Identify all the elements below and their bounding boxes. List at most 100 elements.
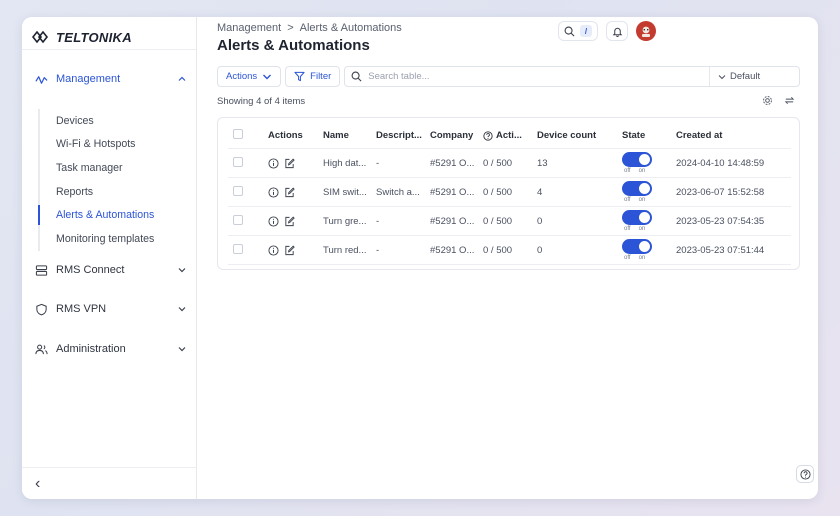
sidebar-item-reports[interactable]: Reports	[40, 180, 197, 204]
help-circle-icon	[799, 468, 811, 480]
avatar[interactable]	[636, 21, 656, 41]
info-icon[interactable]	[268, 244, 279, 256]
row-select-cell	[228, 156, 268, 170]
info-icon[interactable]	[268, 186, 279, 198]
help-circle-icon	[483, 130, 493, 141]
cell-company: #5291 O...	[430, 186, 475, 198]
toggle-knob	[639, 154, 650, 165]
column-header-created-at[interactable]: Created at	[676, 130, 791, 141]
row-checkbox[interactable]	[233, 185, 243, 196]
sidebar-section-administration[interactable]: Administration	[22, 336, 197, 362]
toggle-off-label: off	[624, 255, 631, 261]
state-toggle-wrap: off on	[622, 239, 676, 261]
view-select-value: Default	[730, 71, 761, 82]
settings-gear-icon[interactable]	[762, 95, 773, 106]
state-toggle[interactable]	[622, 210, 652, 225]
sidebar-section-label: RMS Connect	[56, 264, 125, 276]
cell-name[interactable]: SIM swit...	[323, 187, 376, 198]
filter-button[interactable]: Filter	[285, 66, 341, 87]
sidebar-section-management[interactable]: Management	[22, 66, 197, 92]
cell-state: off on	[622, 181, 676, 203]
cell-state: off on	[622, 152, 676, 174]
info-icon[interactable]	[268, 157, 279, 169]
state-toggle[interactable]	[622, 239, 652, 254]
brand-logo[interactable]: TELTONIKA	[22, 17, 196, 50]
search-icon	[564, 26, 575, 36]
column-header-state[interactable]: State	[622, 130, 676, 141]
edit-icon[interactable]	[284, 187, 295, 198]
table-row: SIM swit... Switch a... #5291 O... 0 / 5…	[228, 178, 791, 207]
cell-name[interactable]: High dat...	[323, 158, 376, 169]
column-header-name[interactable]: Name	[323, 130, 376, 141]
cell-company: #5291 O...	[430, 215, 475, 227]
cell-description: -	[376, 244, 380, 256]
bell-icon	[612, 27, 622, 37]
column-header-actions: Actions	[268, 130, 303, 141]
sidebar-item-task-manager[interactable]: Task manager	[40, 156, 197, 180]
sidebar-item-monitoring-templates[interactable]: Monitoring templates	[40, 227, 197, 251]
table-toolbar: Actions Filter Default	[217, 66, 800, 87]
info-icon[interactable]	[268, 215, 279, 227]
sidebar-item-devices[interactable]: Devices	[40, 109, 197, 133]
cell-created-at: 2023-05-23 07:51:44	[676, 244, 765, 256]
users-icon	[34, 342, 48, 356]
cell-actions-count: 0 / 500	[483, 244, 513, 256]
state-toggle-wrap: off on	[622, 181, 676, 203]
teltonika-logo-icon	[32, 30, 49, 44]
toggle-on-label: on	[638, 197, 646, 203]
cell-description: Switch a...	[376, 186, 420, 198]
state-toggle[interactable]	[622, 152, 652, 167]
chevron-down-icon	[178, 268, 186, 273]
cell-state: off on	[622, 210, 676, 232]
sidebar-item-wifi-hotspots[interactable]: Wi-Fi & Hotspots	[40, 133, 197, 157]
row-actions	[268, 215, 323, 227]
column-header-device-count[interactable]: Device count	[537, 130, 622, 141]
chevron-up-icon	[178, 76, 186, 81]
column-header-actions-count[interactable]: Acti...	[483, 130, 537, 141]
row-select-cell	[228, 214, 268, 228]
help-button[interactable]	[796, 465, 814, 483]
collapse-sidebar-button[interactable]: ‹	[22, 467, 197, 499]
breadcrumb: Management > Alerts & Automations	[217, 22, 402, 34]
toggle-on-label: on	[638, 226, 646, 232]
refresh-icon[interactable]	[784, 95, 795, 106]
items-count: Showing 4 of 4 items	[217, 96, 306, 107]
chevron-left-icon: ‹	[35, 474, 41, 492]
sidebar-section-rms-connect[interactable]: RMS Connect	[22, 257, 197, 283]
column-header-description[interactable]: Descript...	[376, 130, 430, 141]
cell-device-count: 0	[537, 215, 543, 227]
search-icon	[351, 71, 362, 82]
chevron-down-icon	[178, 347, 186, 352]
cell-actions-count: 0 / 500	[483, 215, 513, 227]
edit-icon[interactable]	[284, 216, 295, 227]
activity-icon	[34, 72, 48, 86]
row-checkbox[interactable]	[233, 243, 243, 254]
toggle-labels: off on	[622, 255, 645, 261]
view-select[interactable]: Default	[709, 67, 799, 86]
edit-icon[interactable]	[284, 245, 295, 256]
actions-dropdown-button[interactable]: Actions	[217, 66, 282, 87]
column-header-company[interactable]: Company	[430, 130, 483, 141]
cell-name[interactable]: Turn gre...	[323, 216, 376, 227]
header-actions: /	[558, 21, 656, 41]
breadcrumb-alerts-automations: Alerts & Automations	[299, 22, 402, 34]
row-checkbox[interactable]	[233, 214, 243, 225]
cell-actions-count: 0 / 500	[483, 186, 513, 198]
table-row: Turn red... - #5291 O... 0 / 500 0 off on…	[228, 236, 791, 265]
sidebar-section-rms-vpn[interactable]: RMS VPN	[22, 296, 197, 322]
breadcrumb-management[interactable]: Management	[217, 22, 281, 34]
cell-company: #5291 O...	[430, 244, 475, 256]
cell-name[interactable]: Turn red...	[323, 245, 376, 256]
select-all-checkbox[interactable]	[233, 129, 243, 139]
state-toggle[interactable]	[622, 181, 652, 196]
sidebar-item-alerts-automations[interactable]: Alerts & Automations	[38, 203, 197, 227]
toggle-on-label: on	[638, 168, 646, 174]
row-actions	[268, 157, 323, 169]
row-checkbox[interactable]	[233, 156, 243, 167]
table-row: High dat... - #5291 O... 0 / 500 13 off o…	[228, 149, 791, 178]
edit-icon[interactable]	[284, 158, 295, 169]
state-toggle-wrap: off on	[622, 210, 676, 232]
notifications-button[interactable]	[606, 21, 628, 41]
chevron-down-icon	[718, 74, 726, 79]
global-search-button[interactable]: /	[558, 21, 598, 41]
